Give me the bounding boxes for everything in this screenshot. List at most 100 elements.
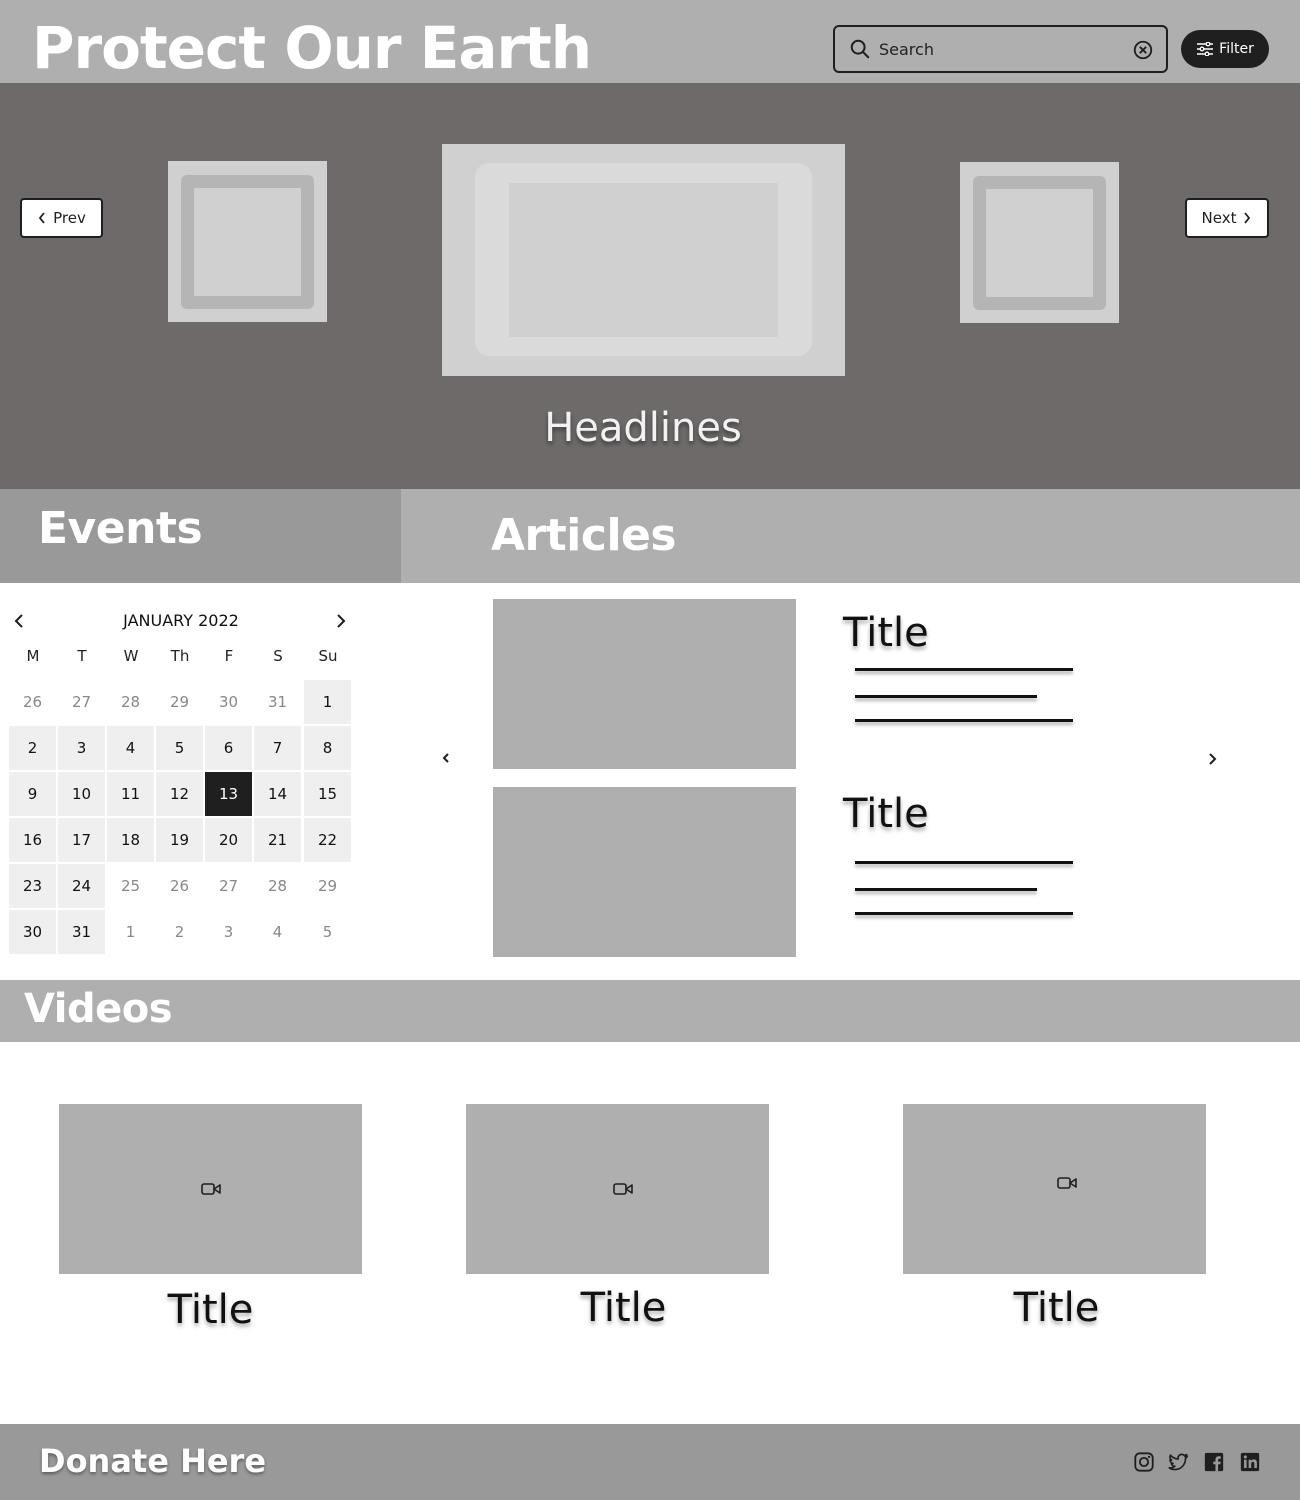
calendar-day[interactable]: 3 (58, 726, 105, 770)
calendar-day[interactable]: 8 (304, 726, 351, 770)
calendar-month-label: JANUARY 2022 (123, 611, 239, 630)
calendar-day-outside: 26 (169, 877, 190, 895)
calendar-day[interactable]: 6 (205, 726, 252, 770)
calendar-day[interactable]: 17 (58, 818, 105, 862)
events-section-header: Events (0, 489, 401, 583)
calendar-day-outside: 2 (174, 923, 185, 941)
article-image[interactable] (493, 599, 796, 769)
article-image[interactable] (493, 787, 796, 957)
instagram-icon[interactable] (1133, 1451, 1155, 1473)
twitter-icon[interactable] (1167, 1451, 1189, 1473)
calendar-day[interactable]: 18 (107, 818, 154, 862)
calendar-day[interactable]: 19 (156, 818, 203, 862)
calendar-day[interactable]: 15 (304, 772, 351, 816)
search-input[interactable] (879, 35, 1119, 63)
calendar-day-outside: 28 (267, 877, 288, 895)
calendar-day[interactable]: 7 (254, 726, 301, 770)
calendar-day-outside: 3 (223, 923, 234, 941)
calendar-weekday: S (273, 647, 283, 665)
articles-prev-icon[interactable] (440, 749, 452, 767)
chevron-left-icon (38, 212, 45, 224)
image-placeholder (475, 163, 812, 356)
calendar-day[interactable]: 11 (107, 772, 154, 816)
calendar-day[interactable]: 14 (254, 772, 301, 816)
headlines-carousel: Prev Next Headlines (0, 83, 1300, 489)
text-line-placeholder (855, 861, 1073, 864)
calendar-day[interactable]: 1 (304, 680, 351, 724)
videos-section-header: Videos (0, 980, 1300, 1042)
articles-section-header: Articles (401, 489, 1300, 583)
video-thumbnail[interactable] (466, 1104, 769, 1274)
calendar-day[interactable]: 9 (9, 772, 56, 816)
calendar-weekday: M (26, 647, 40, 665)
calendar-day-outside: 29 (317, 877, 338, 895)
articles-heading: Articles (491, 510, 677, 561)
calendar-day[interactable]: 23 (9, 864, 56, 908)
calendar-day[interactable]: 24 (58, 864, 105, 908)
calendar-day-outside: 25 (120, 877, 141, 895)
video-title[interactable]: Title (905, 1285, 1208, 1331)
search-icon (850, 39, 870, 59)
calendar-weekday: W (123, 647, 139, 665)
calendar-weekday: T (77, 647, 87, 665)
calendar-day[interactable]: 12 (156, 772, 203, 816)
calendar-next-month-icon[interactable] (334, 612, 348, 630)
calendar-day-outside: 27 (218, 877, 239, 895)
carousel-slide-current[interactable] (442, 144, 845, 376)
calendar-day[interactable]: 16 (9, 818, 56, 862)
calendar-weekday: Su (318, 647, 338, 665)
calendar-day-selected[interactable]: 13 (205, 772, 252, 816)
calendar-day[interactable]: 22 (304, 818, 351, 862)
text-line-placeholder (855, 668, 1073, 671)
calendar-day[interactable]: 2 (9, 726, 56, 770)
article-title[interactable]: Title (843, 791, 929, 837)
facebook-icon[interactable] (1203, 1451, 1225, 1473)
calendar-day-outside: 27 (71, 693, 92, 711)
video-title[interactable]: Title (472, 1285, 775, 1331)
events-heading: Events (38, 503, 203, 554)
video-title[interactable]: Title (59, 1287, 362, 1333)
calendar-day[interactable]: 4 (107, 726, 154, 770)
prev-button[interactable]: Prev (20, 198, 103, 238)
filter-icon (1197, 42, 1214, 56)
calendar-day[interactable]: 31 (58, 910, 105, 954)
carousel-slide-next[interactable] (960, 162, 1119, 323)
calendar-weekday: F (224, 647, 234, 665)
donate-link[interactable]: Donate Here (39, 1442, 266, 1480)
calendar-day-outside: 1 (125, 923, 136, 941)
linkedin-icon[interactable] (1239, 1451, 1261, 1473)
next-button[interactable]: Next (1185, 198, 1269, 238)
calendar-day-outside: 4 (272, 923, 283, 941)
calendar-day-outside: 30 (218, 693, 239, 711)
clear-search-icon[interactable] (1132, 39, 1154, 61)
text-line-placeholder (855, 719, 1073, 722)
calendar-day-outside: 5 (322, 923, 333, 941)
search-box[interactable] (833, 25, 1168, 73)
articles-next-icon[interactable] (1206, 750, 1218, 768)
video-camera-icon (613, 1183, 633, 1195)
events-calendar: JANUARY 2022 M T W Th F S Su 26 27 28 29 30 31 1 2 3 4 5… (8, 600, 354, 960)
prev-label: Prev (53, 209, 86, 227)
video-camera-icon (201, 1183, 221, 1195)
calendar-day[interactable]: 5 (156, 726, 203, 770)
calendar-day-outside: 28 (120, 693, 141, 711)
next-label: Next (1201, 209, 1237, 227)
video-thumbnail[interactable] (903, 1104, 1206, 1274)
chevron-right-icon (1244, 212, 1251, 224)
filter-label: Filter (1219, 41, 1254, 57)
carousel-slide-previous[interactable] (168, 161, 327, 322)
calendar-day[interactable]: 10 (58, 772, 105, 816)
site-header: Protect Our Earth Filter (0, 0, 1300, 83)
image-placeholder (181, 175, 314, 309)
filter-button[interactable]: Filter (1181, 30, 1269, 68)
article-title[interactable]: Title (843, 610, 929, 656)
text-line-placeholder (855, 695, 1037, 698)
calendar-day-outside: 31 (267, 693, 288, 711)
calendar-day[interactable]: 21 (254, 818, 301, 862)
video-camera-icon (1057, 1177, 1077, 1189)
text-line-placeholder (855, 912, 1073, 915)
site-footer: Donate Here (0, 1424, 1300, 1500)
calendar-day[interactable]: 20 (205, 818, 252, 862)
video-thumbnail[interactable] (59, 1104, 362, 1274)
calendar-day[interactable]: 30 (9, 910, 56, 954)
